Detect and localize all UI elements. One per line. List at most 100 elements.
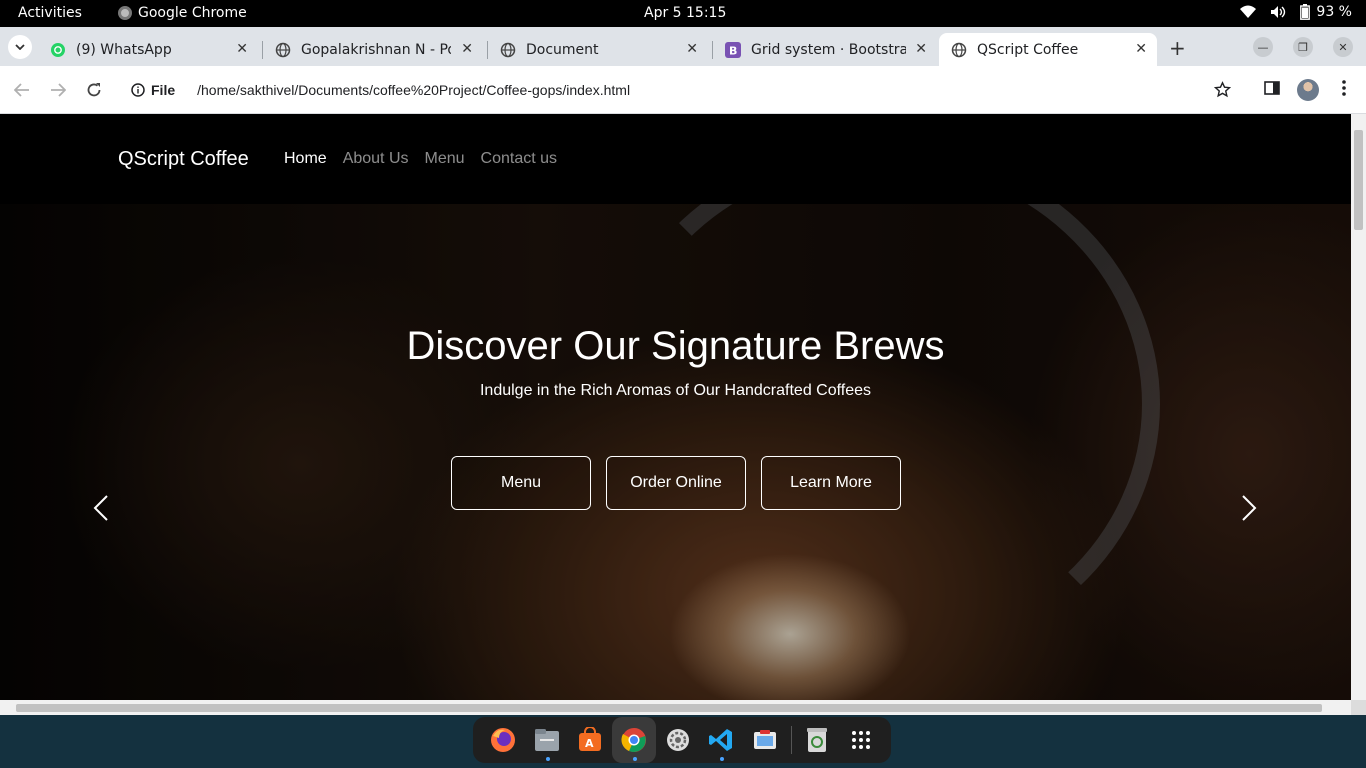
site-brand[interactable]: QScript Coffee <box>118 148 249 171</box>
app-menu[interactable]: Google Chrome <box>118 5 247 21</box>
firefox-icon <box>490 728 515 752</box>
minimize-button[interactable]: — <box>1253 37 1273 57</box>
page-viewport: QScript Coffee Home About Us Menu Contac… <box>0 114 1351 700</box>
reload-button[interactable] <box>83 79 105 101</box>
app-name: Google Chrome <box>138 5 247 21</box>
close-icon[interactable]: ✕ <box>1135 41 1147 57</box>
close-icon[interactable]: ✕ <box>236 41 248 57</box>
dock-screenshot[interactable] <box>743 717 787 763</box>
dock-settings[interactable] <box>656 717 700 763</box>
hero-subtitle: Indulge in the Rich Aromas of Our Handcr… <box>479 382 872 399</box>
vscode-icon <box>709 729 733 751</box>
learn-more-button[interactable]: Learn More <box>761 456 901 510</box>
carousel-prev-button[interactable] <box>92 494 110 526</box>
running-indicator <box>720 757 725 761</box>
dock-app-grid[interactable] <box>839 717 883 763</box>
dock-files[interactable] <box>525 717 569 763</box>
nav-about-us[interactable]: About Us <box>343 150 409 168</box>
running-indicator <box>633 757 638 761</box>
chrome-icon <box>118 6 132 20</box>
site-nav-links: Home About Us Menu Contact us <box>284 150 557 168</box>
files-icon <box>534 729 559 751</box>
tab-qscript-coffee[interactable]: QScript Coffee ✕ <box>939 33 1157 66</box>
menu-button[interactable]: Menu <box>451 456 591 510</box>
tab-title: Document <box>526 41 599 58</box>
forward-button[interactable] <box>47 79 69 101</box>
nav-home[interactable]: Home <box>284 150 327 168</box>
dock-vscode[interactable] <box>699 717 743 763</box>
tab-whatsapp[interactable]: (9) WhatsApp ✕ <box>38 33 258 66</box>
chrome-icon <box>621 728 646 752</box>
address-bar[interactable]: File /home/sakthivel/Documents/coffee%20… <box>119 73 1245 107</box>
hero-overlay <box>0 204 1351 700</box>
clock[interactable]: Apr 5 15:15 <box>644 5 726 21</box>
tab-title: Gopalakrishnan N - Por <box>301 41 451 58</box>
app-center-icon: A <box>579 727 602 751</box>
trash-icon <box>807 728 828 752</box>
vertical-scrollbar[interactable] <box>1351 114 1366 700</box>
close-window-button[interactable]: ✕ <box>1333 37 1353 57</box>
site-info-button[interactable]: File <box>131 82 175 98</box>
tab-document[interactable]: Document ✕ <box>488 33 708 66</box>
dock: A <box>473 717 891 763</box>
restore-icon: ❐ <box>1298 40 1308 54</box>
app-grid-icon <box>852 731 871 749</box>
tab-strip: (9) WhatsApp ✕ Gopalakrishnan N - Por ✕ … <box>0 27 1366 66</box>
system-top-bar: Activities Google Chrome Apr 5 15:15 93 … <box>0 0 1366 27</box>
volume-icon <box>1271 6 1286 18</box>
svg-text:B: B <box>729 44 737 57</box>
browser-toolbar: File /home/sakthivel/Documents/coffee%20… <box>0 66 1366 114</box>
side-panel-icon[interactable] <box>1263 79 1281 101</box>
kebab-menu-icon[interactable] <box>1336 79 1352 101</box>
wifi-icon <box>1240 5 1257 18</box>
url-text[interactable]: /home/sakthivel/Documents/coffee%20Proje… <box>197 82 630 98</box>
horizontal-scrollbar[interactable] <box>0 700 1351 715</box>
scrollbar-thumb[interactable] <box>16 704 1322 712</box>
running-indicator <box>545 757 550 761</box>
chevron-down-icon <box>15 44 25 50</box>
scrollbar-corner <box>1351 700 1366 715</box>
tab-search-button[interactable] <box>8 35 32 59</box>
battery-percentage: 93 % <box>1316 4 1352 20</box>
tab-title: QScript Coffee <box>977 41 1079 58</box>
tab-bootstrap[interactable]: B Grid system · Bootstrap ✕ <box>713 33 937 66</box>
order-online-button[interactable]: Order Online <box>606 456 746 510</box>
restore-button[interactable]: ❐ <box>1293 37 1313 57</box>
nav-menu[interactable]: Menu <box>425 150 465 168</box>
minimize-icon: — <box>1257 40 1269 54</box>
back-button[interactable] <box>11 79 33 101</box>
profile-avatar[interactable] <box>1297 79 1319 101</box>
system-tray[interactable]: 93 % <box>1240 4 1352 20</box>
hero-buttons: Menu Order Online Learn More <box>451 456 901 510</box>
screenshot-icon <box>753 730 776 749</box>
avatar <box>1297 79 1319 101</box>
scrollbar-thumb[interactable] <box>1354 130 1363 230</box>
tab-portfolio[interactable]: Gopalakrishnan N - Por ✕ <box>263 33 483 66</box>
close-icon[interactable]: ✕ <box>461 41 473 57</box>
dock-separator <box>790 726 792 754</box>
close-icon: ✕ <box>1338 40 1348 54</box>
chevron-left-icon <box>93 495 108 521</box>
hero-title: Discover Our Signature Brews <box>406 324 945 368</box>
activities-button[interactable]: Activities <box>18 5 82 21</box>
close-icon[interactable]: ✕ <box>915 41 927 57</box>
nav-contact-us[interactable]: Contact us <box>481 150 557 168</box>
tab-title: (9) WhatsApp <box>76 41 172 58</box>
dock-trash[interactable] <box>796 717 840 763</box>
close-icon[interactable]: ✕ <box>686 41 698 57</box>
carousel-next-button[interactable] <box>1240 494 1258 526</box>
dock-app-center[interactable]: A <box>568 717 612 763</box>
dock-chrome[interactable] <box>612 717 656 763</box>
settings-icon <box>666 729 689 751</box>
dock-firefox[interactable] <box>481 717 525 763</box>
bootstrap-icon: B <box>725 41 741 58</box>
globe-icon <box>275 42 291 58</box>
bookmark-star-icon[interactable] <box>1213 81 1232 102</box>
new-tab-button[interactable]: + <box>1169 36 1186 60</box>
arrow-left-icon <box>14 83 29 97</box>
tab-title: Grid system · Bootstrap <box>751 41 906 58</box>
svg-text:A: A <box>585 737 594 750</box>
hero-carousel: Discover Our Signature Brews Indulge in … <box>0 204 1351 700</box>
reload-icon <box>87 83 101 97</box>
whatsapp-icon <box>50 42 66 58</box>
